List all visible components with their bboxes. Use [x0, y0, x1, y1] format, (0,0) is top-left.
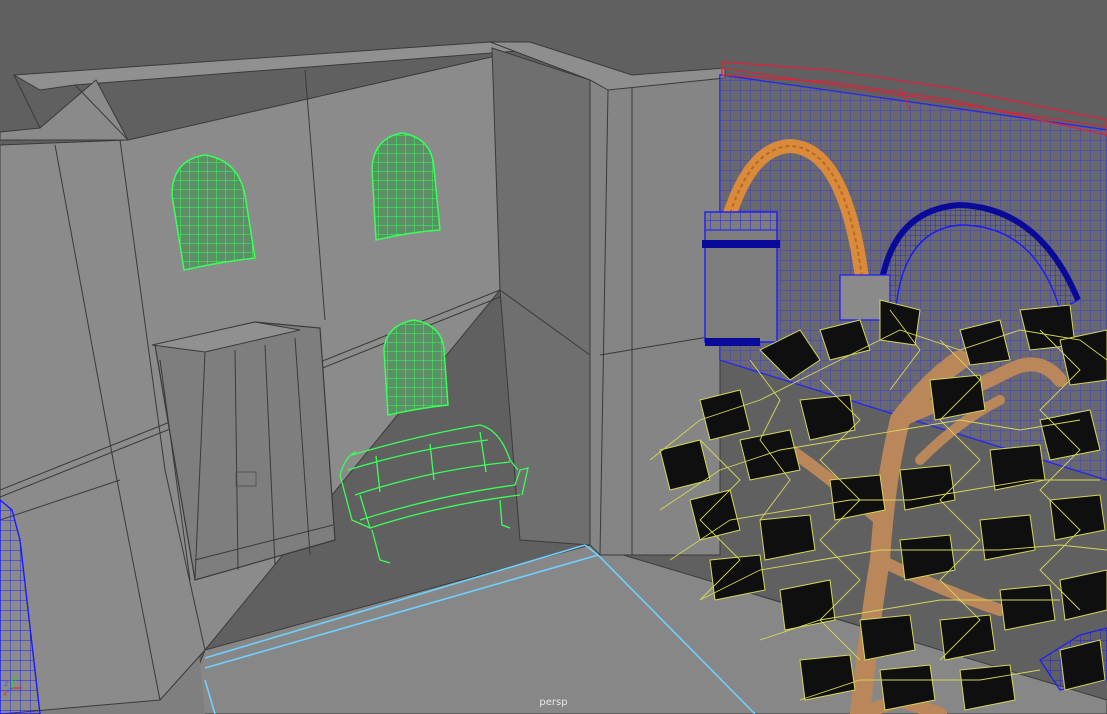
scene-render[interactable] — [0, 0, 1107, 714]
axis-x-label: X — [3, 691, 7, 696]
camera-name-label: persp — [539, 697, 568, 708]
axis-y-label: Y — [13, 676, 18, 683]
axis-z-label: Z — [4, 681, 8, 688]
window-lower[interactable] — [383, 319, 449, 416]
axis-gizmo-icon: Y X Z — [3, 676, 22, 696]
maya-perspective-viewport[interactable]: Y X Z persp — [0, 0, 1107, 714]
